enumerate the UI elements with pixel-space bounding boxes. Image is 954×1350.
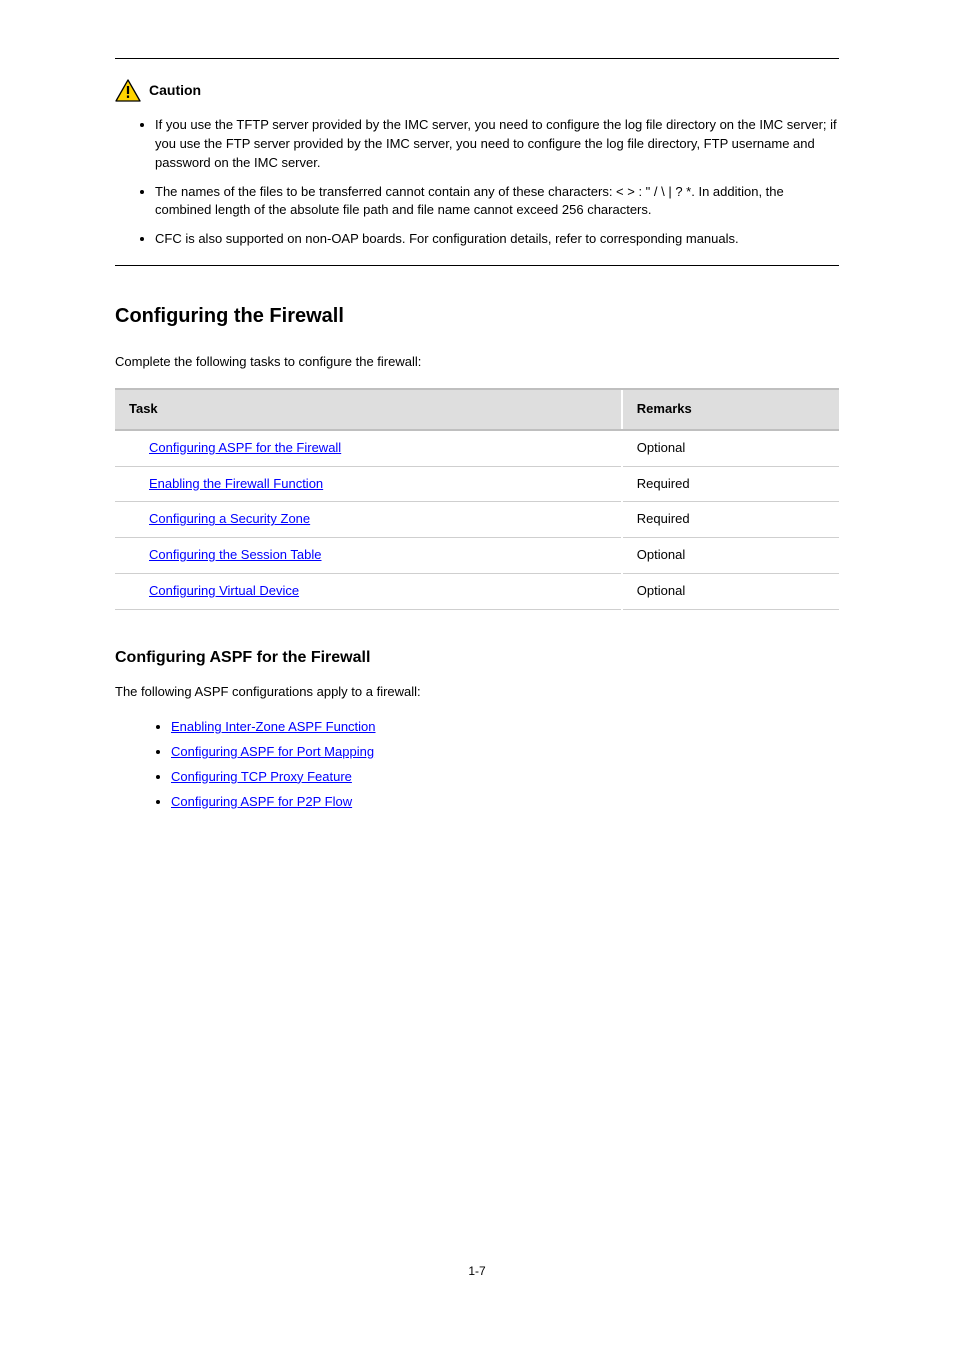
aspf-link[interactable]: Configuring ASPF for Port Mapping (171, 744, 374, 759)
task-link[interactable]: Configuring the Session Table (149, 547, 322, 562)
table-row: Configuring ASPF for the Firewall Option… (115, 430, 839, 466)
caution-bottom-rule (115, 265, 839, 266)
caution-item: If you use the TFTP server provided by t… (155, 116, 839, 173)
aspf-intro: The following ASPF configurations apply … (115, 683, 839, 702)
subsection-heading: Configuring ASPF for the Firewall (115, 646, 839, 669)
task-remarks: Optional (622, 538, 839, 574)
warning-icon (115, 79, 141, 102)
caution-item: The names of the files to be transferred… (155, 183, 839, 221)
aspf-link-list: Enabling Inter-Zone ASPF Function Config… (115, 718, 839, 811)
task-remarks: Optional (622, 574, 839, 610)
top-rule (115, 58, 839, 59)
caution-label: Caution (149, 80, 201, 100)
task-link[interactable]: Enabling the Firewall Function (149, 476, 323, 491)
list-item: Configuring ASPF for Port Mapping (171, 743, 839, 762)
task-link[interactable]: Configuring ASPF for the Firewall (149, 440, 341, 455)
aspf-link[interactable]: Enabling Inter-Zone ASPF Function (171, 719, 376, 734)
aspf-link[interactable]: Configuring ASPF for P2P Flow (171, 794, 352, 809)
task-remarks: Required (622, 502, 839, 538)
task-link[interactable]: Configuring a Security Zone (149, 511, 310, 526)
task-table: Task Remarks Configuring ASPF for the Fi… (115, 388, 839, 610)
table-row: Enabling the Firewall Function Required (115, 466, 839, 502)
table-intro: Complete the following tasks to configur… (115, 353, 839, 372)
list-item: Configuring ASPF for P2P Flow (171, 793, 839, 812)
list-item: Configuring TCP Proxy Feature (171, 768, 839, 787)
caution-list: If you use the TFTP server provided by t… (115, 116, 839, 249)
table-row: Configuring the Session Table Optional (115, 538, 839, 574)
page-number: 1-7 (0, 1263, 954, 1280)
table-row: Configuring Virtual Device Optional (115, 574, 839, 610)
aspf-link[interactable]: Configuring TCP Proxy Feature (171, 769, 352, 784)
task-remarks: Optional (622, 430, 839, 466)
list-item: Enabling Inter-Zone ASPF Function (171, 718, 839, 737)
task-link[interactable]: Configuring Virtual Device (149, 583, 299, 598)
caution-item: CFC is also supported on non-OAP boards.… (155, 230, 839, 249)
caution-header: Caution (115, 79, 839, 102)
table-header-remarks: Remarks (622, 389, 839, 430)
table-row: Configuring a Security Zone Required (115, 502, 839, 538)
section-heading: Configuring the Firewall (115, 302, 839, 331)
task-remarks: Required (622, 466, 839, 502)
spacer (115, 610, 839, 646)
table-header-task: Task (115, 389, 622, 430)
